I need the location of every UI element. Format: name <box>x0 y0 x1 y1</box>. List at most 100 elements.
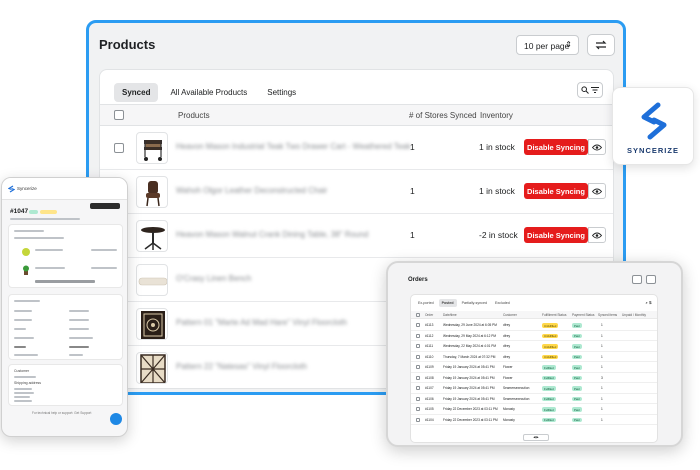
eye-icon <box>592 188 602 194</box>
payment-badge: Paid <box>572 333 582 339</box>
order-customer: Flower <box>503 365 513 370</box>
tab-settings[interactable]: Settings <box>259 83 304 102</box>
row-checkbox[interactable] <box>416 344 420 348</box>
row-checkbox[interactable] <box>416 417 420 422</box>
settings-button[interactable] <box>646 275 656 284</box>
disable-syncing-button[interactable]: Disable Syncing <box>524 139 588 155</box>
row-checkbox[interactable] <box>416 354 420 359</box>
view-button[interactable] <box>588 183 606 199</box>
col-payment: Payment Status <box>572 313 595 317</box>
fulfillment-badge: Fulfilled <box>542 375 556 381</box>
payment-section <box>8 294 123 360</box>
order-date: Friday 19 January 2024 at 05:41 PM <box>443 396 495 401</box>
search-filter-button[interactable] <box>577 82 603 98</box>
order-row[interactable]: #1109 Friday 19 January 2024 at 05:41 PM F… <box>411 362 657 373</box>
tab-all-available-products[interactable]: All Available Products <box>162 83 255 102</box>
view-button[interactable] <box>588 227 606 243</box>
refresh-sync-button[interactable] <box>587 34 615 56</box>
product-thumbnail <box>136 264 168 296</box>
chat-button[interactable] <box>110 413 122 425</box>
product-name[interactable]: Pattern 22 "Natesas" Vinyl Floorcloth <box>176 362 307 371</box>
col-stores-synced: # of Stores Synced <box>409 111 477 120</box>
phone-action-button[interactable] <box>90 203 120 209</box>
syncerize-logo-card: SYNCERIZE <box>612 87 694 165</box>
row-checkbox[interactable] <box>416 323 420 327</box>
table-row[interactable]: Heavon Mason Walnut Crank Dining Table, … <box>100 214 613 258</box>
tab-posted[interactable]: Posted <box>438 299 457 307</box>
sync-arrows-icon <box>595 40 607 50</box>
view-button[interactable] <box>588 139 606 155</box>
order-row[interactable]: #1105 Friday 22 December 2023 at 03:11 PM… <box>411 404 657 415</box>
synced-items: 1 <box>601 323 603 328</box>
order-customer: dfrey <box>503 323 511 328</box>
phone-order-preview: Syncerize #1047 Customer Shipping addres… <box>1 177 128 437</box>
syncerize-logo-icon <box>641 102 667 140</box>
per-page-select[interactable]: 10 per page ⇕ <box>516 35 579 55</box>
order-customer: Seamersexecution <box>503 396 530 401</box>
order-row[interactable]: #1106 Friday 19 January 2024 at 05:41 PM S… <box>411 394 657 404</box>
disable-syncing-button[interactable]: Disable Syncing <box>524 183 588 199</box>
select-all-checkbox[interactable] <box>114 110 124 120</box>
text-line <box>91 249 117 251</box>
orders-title: Orders <box>408 277 428 283</box>
order-row[interactable]: #1110 Thursday, 7 March 2024 at 07:32 PM d… <box>411 352 657 362</box>
synced-items: 1 <box>601 354 603 359</box>
product-name[interactable]: Heavon Mason Walnut Crank Dining Table, … <box>176 230 368 239</box>
row-checkbox[interactable] <box>416 333 420 338</box>
row-checkbox[interactable] <box>114 143 124 153</box>
order-row[interactable]: #1108 Friday 19 January 2024 at 05:41 PM F… <box>411 373 657 383</box>
tablet-orders-preview: Orders Ex-ported Posted Partially-synced… <box>386 261 683 447</box>
order-row[interactable]: #1111 Wednesday, 22 May 2024 at 4:01 PM df… <box>411 341 657 352</box>
page-title: Products <box>99 37 156 52</box>
lemon-item-image <box>22 248 30 256</box>
fulfillment-badge: Fulfilled <box>542 365 556 370</box>
table-row[interactable]: Wahoh Olgor Leather Deconstructed Chair … <box>100 170 613 214</box>
order-date-line <box>10 218 80 220</box>
search-sort-icon[interactable]: ⌕ ⇅ <box>645 300 652 305</box>
mark-fulfilled-bar[interactable] <box>35 280 95 283</box>
rug-pattern-image <box>141 311 165 339</box>
order-number: #1109 <box>425 365 434 370</box>
order-number: #1105 <box>425 407 434 412</box>
stores-synced-count: 1 <box>410 230 415 240</box>
col-fulfillment: Fulfillment Status <box>542 313 567 317</box>
logo-wordmark: SYNCERIZE <box>627 146 679 155</box>
row-checkbox[interactable] <box>416 375 420 380</box>
product-thumbnail <box>136 352 168 384</box>
text-line <box>69 328 89 330</box>
text-line <box>69 310 89 312</box>
chair-image <box>146 181 160 207</box>
inventory-value: 1 in stock <box>479 142 515 152</box>
row-checkbox[interactable] <box>416 396 420 401</box>
tab-excluded[interactable]: Excluded <box>492 299 513 307</box>
col-unpaid: Unpaid / Monthly <box>622 313 646 317</box>
stores-synced-count: 1 <box>410 186 415 196</box>
pagination[interactable]: ◀ ▶ <box>523 434 549 441</box>
order-row[interactable]: #1112 Wednesday, 29 May 2024 at 6:12 PM df… <box>411 331 657 341</box>
product-name[interactable]: Wahoh Olgor Leather Deconstructed Chair <box>176 186 327 195</box>
order-row[interactable]: #1104 Friday 22 December 2023 at 03:11 PM… <box>411 415 657 425</box>
synced-items: 1 <box>601 396 603 401</box>
product-name[interactable]: Pattern 01 "Marte Ad Mad Hare" Vinyl Flo… <box>176 318 347 327</box>
support-text[interactable]: For technical help or support: Get Suppo… <box>32 411 91 415</box>
row-checkbox[interactable] <box>416 365 420 369</box>
payment-badge: Paid <box>572 407 582 412</box>
tab-synced[interactable]: Synced <box>114 83 159 102</box>
export-button[interactable] <box>632 275 642 284</box>
order-row[interactable]: #1113 Wednesday, 29 June 2024 at 6:05 PM d… <box>411 320 657 331</box>
disable-syncing-button[interactable]: Disable Syncing <box>524 227 588 243</box>
row-checkbox[interactable] <box>416 386 420 390</box>
row-checkbox[interactable] <box>416 407 420 411</box>
product-name[interactable]: O'Crasy Linen Bench <box>176 274 251 283</box>
order-number: #1107 <box>425 386 434 391</box>
synced-items: 1 <box>601 344 603 349</box>
text-line <box>14 310 32 312</box>
select-all-checkbox[interactable] <box>416 312 420 317</box>
product-name[interactable]: Heavon Mason Industrial Teak Two Drawer … <box>176 142 411 151</box>
tab-partially-synced[interactable]: Partially-synced <box>459 299 490 307</box>
text-line <box>14 337 34 339</box>
tab-exported[interactable]: Ex-ported <box>415 299 437 307</box>
order-row[interactable]: #1107 Friday 19 January 2024 at 05:41 PM S… <box>411 383 657 394</box>
table-row[interactable]: Heavon Mason Industrial Teak Two Drawer … <box>100 126 613 170</box>
col-date: Date/time <box>443 313 457 317</box>
